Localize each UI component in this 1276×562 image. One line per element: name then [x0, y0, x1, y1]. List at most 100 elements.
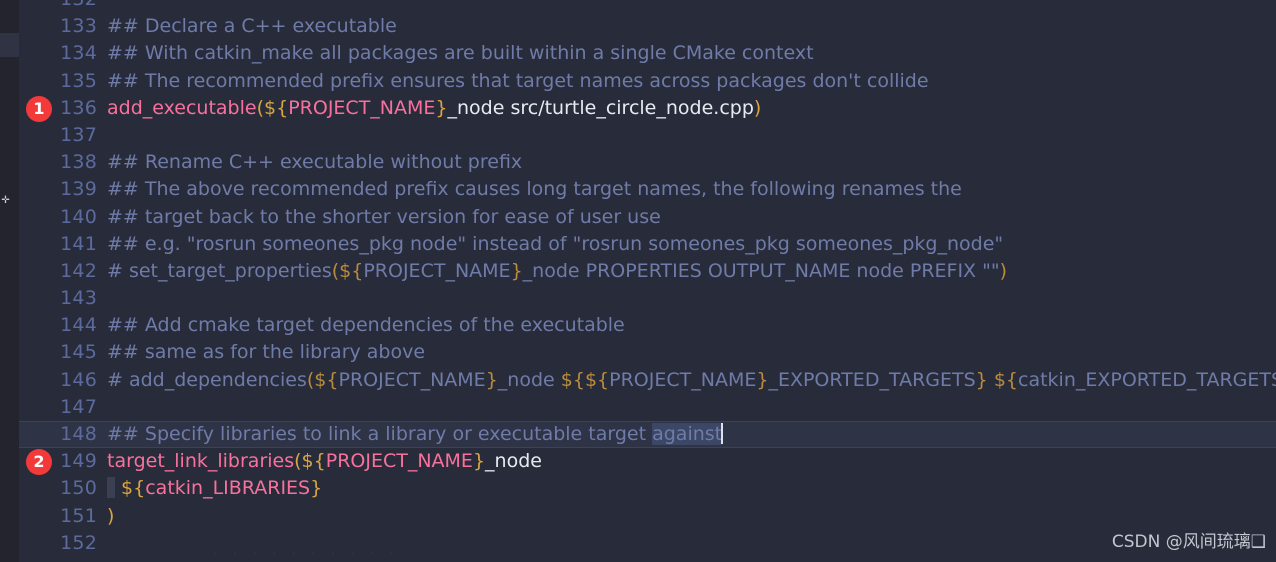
code-token: catkin_LIBRARIES	[145, 477, 311, 500]
code-token: ## same as for the library above	[107, 341, 426, 364]
code-token: PROJECT_NAME	[288, 96, 436, 119]
code-line-content[interactable]: ## With catkin_make all packages are bui…	[107, 40, 1276, 67]
code-token: ${	[264, 96, 289, 119]
code-token: _EXPORTED_TARGETS	[768, 368, 976, 391]
code-token: ${	[993, 368, 1018, 391]
line-number: 137	[60, 123, 97, 146]
code-line-content[interactable]: ## Rename C++ executable without prefix	[107, 149, 1276, 176]
code-line-content[interactable]: ## Declare a C++ executable	[107, 13, 1276, 40]
line-number: 135	[60, 69, 97, 92]
line-number: 140	[60, 205, 97, 228]
code-line[interactable]: 133 ## Declare a C++ executable	[19, 13, 1276, 40]
code-token: ${	[314, 368, 339, 391]
code-token: catkin_EXPORTED_TARGETS	[1018, 368, 1276, 391]
code-token: }	[485, 368, 498, 391]
code-line-content[interactable]: )	[107, 503, 1276, 530]
line-number: 141	[60, 232, 97, 255]
code-token: PROJECT_NAME	[363, 259, 511, 282]
code-token: PROJECT_NAME	[325, 450, 473, 473]
text-cursor	[721, 423, 724, 444]
code-surface[interactable]: 132 133 ## Declare a C++ executable 134 ## W…	[19, 0, 1276, 562]
code-line-content[interactable]: add_executable(${PROJECT_NAME}_node src/…	[107, 95, 1276, 122]
code-token: target_link_libraries	[107, 450, 295, 473]
code-line-content[interactable]: # add_dependencies(${PROJECT_NAME}_node …	[107, 367, 1276, 394]
line-number: 152	[60, 531, 97, 554]
code-line-content[interactable]: ## same as for the library above	[107, 339, 1276, 366]
line-number: 138	[60, 151, 97, 174]
line-number: 143	[60, 287, 97, 310]
code-token: }	[435, 96, 448, 119]
code-token: ${	[301, 450, 326, 473]
code-token: }	[472, 450, 486, 473]
line-number: 145	[60, 341, 97, 364]
code-token: ## The above recommended prefix causes l…	[107, 178, 962, 201]
code-token: ${	[560, 368, 585, 391]
code-token: ## Add cmake target dependencies of the …	[107, 314, 625, 337]
code-lines[interactable]: 132 133 ## Declare a C++ executable 134 ## W…	[19, 0, 1276, 557]
line-number: 133	[60, 15, 97, 38]
code-line[interactable]: 132	[19, 0, 1276, 13]
code-token: ## Rename C++ executable without prefix	[107, 151, 523, 174]
code-line-content[interactable]: ## e.g. "rosrun someones_pkg node" inste…	[107, 231, 1276, 258]
scroll-marker-icon: ✛	[1, 195, 10, 206]
code-line-content[interactable]: ## target back to the shorter version fo…	[107, 204, 1276, 231]
code-line[interactable]: 145 ## same as for the library above	[19, 339, 1276, 366]
line-number: 148	[60, 423, 97, 445]
line-number: 142	[60, 259, 97, 282]
code-line[interactable]: 148 ## Specify libraries to link a librar…	[19, 421, 1276, 449]
code-line[interactable]: 142 # set_target_properties(${PROJECT_NAM…	[19, 258, 1276, 285]
code-line[interactable]: 140 ## target back to the shorter version…	[19, 204, 1276, 231]
code-line[interactable]: 151)	[19, 503, 1276, 530]
code-line-content[interactable]: target_link_libraries(${PROJECT_NAME}_no…	[107, 448, 1276, 475]
code-line-content[interactable]: ## The recommended prefix ensures that t…	[107, 68, 1276, 95]
code-line-content[interactable]: ## The above recommended prefix causes l…	[107, 176, 1276, 203]
code-token: }	[310, 477, 323, 500]
selected-text: against	[652, 423, 723, 445]
code-line-content[interactable]: # set_target_properties(${PROJECT_NAME}_…	[107, 258, 1276, 285]
code-line[interactable]: 147	[19, 394, 1276, 421]
line-number: 151	[60, 504, 97, 527]
code-line[interactable]: 137	[19, 122, 1276, 149]
code-token: _node src/turtle_circle_node.cpp	[447, 96, 754, 119]
code-line[interactable]: 152	[19, 530, 1276, 557]
code-line[interactable]: 150 ${catkin_LIBRARIES}	[19, 475, 1276, 502]
code-token: add_executable	[107, 96, 257, 119]
code-token: PROJECT_NAME	[609, 368, 757, 391]
line-number: 146	[60, 368, 97, 391]
code-line[interactable]: 144 ## Add cmake target dependencies of t…	[19, 312, 1276, 339]
code-line[interactable]: 141 ## e.g. "rosrun someones_pkg node" in…	[19, 231, 1276, 258]
code-token: ## Declare a C++ executable	[107, 15, 397, 38]
code-line[interactable]: 139 ## The above recommended prefix cause…	[19, 176, 1276, 203]
code-token: # set_target_properties	[107, 259, 332, 282]
code-token: _node PROPERTIES OUTPUT_NAME node PREFIX…	[522, 259, 1000, 282]
code-line[interactable]: 134 ## With catkin_make all packages are …	[19, 40, 1276, 67]
code-line[interactable]: 149 target_link_libraries(${PROJECT_NAME}…	[19, 448, 1276, 475]
line-number: 139	[60, 178, 97, 201]
line-number: 144	[60, 314, 97, 337]
activity-bar[interactable]: ✛	[0, 0, 19, 562]
error-badge[interactable]: 1	[26, 95, 52, 122]
code-line-content[interactable]: ## Specify libraries to link a library o…	[107, 421, 1276, 448]
indent-guide-dots: · · · · · · · · · ·	[214, 547, 396, 560]
code-token: _node	[497, 368, 561, 391]
code-token: # add_dependencies	[107, 368, 307, 391]
line-number: 150	[60, 477, 97, 500]
code-line[interactable]: 135 ## The recommended prefix ensures tha…	[19, 68, 1276, 95]
code-token: (	[256, 96, 265, 119]
code-line-content[interactable]: ${catkin_LIBRARIES}	[107, 475, 1276, 502]
code-line-content[interactable]: ## Add cmake target dependencies of the …	[107, 312, 1276, 339]
code-token: }	[510, 259, 523, 282]
code-token: ${	[121, 477, 146, 500]
code-line[interactable]: 146 # add_dependencies(${PROJECT_NAME}_no…	[19, 367, 1276, 394]
code-line[interactable]: 138 ## Rename C++ executable without pref…	[19, 149, 1276, 176]
activity-bar-active-indicator	[0, 33, 19, 57]
code-line[interactable]: 136 add_executable(${PROJECT_NAME}_node s…	[19, 95, 1276, 122]
code-token: ## With catkin_make all packages are bui…	[107, 42, 814, 65]
code-token: ${	[584, 368, 610, 391]
watermark: CSDN @风间琉璃❑	[1111, 532, 1266, 552]
code-token: }	[756, 368, 769, 391]
line-number: 147	[60, 395, 97, 418]
code-token: _node	[485, 450, 542, 473]
code-line[interactable]: 143	[19, 285, 1276, 312]
code-token: ## Specify libraries to link a library o…	[107, 423, 653, 445]
